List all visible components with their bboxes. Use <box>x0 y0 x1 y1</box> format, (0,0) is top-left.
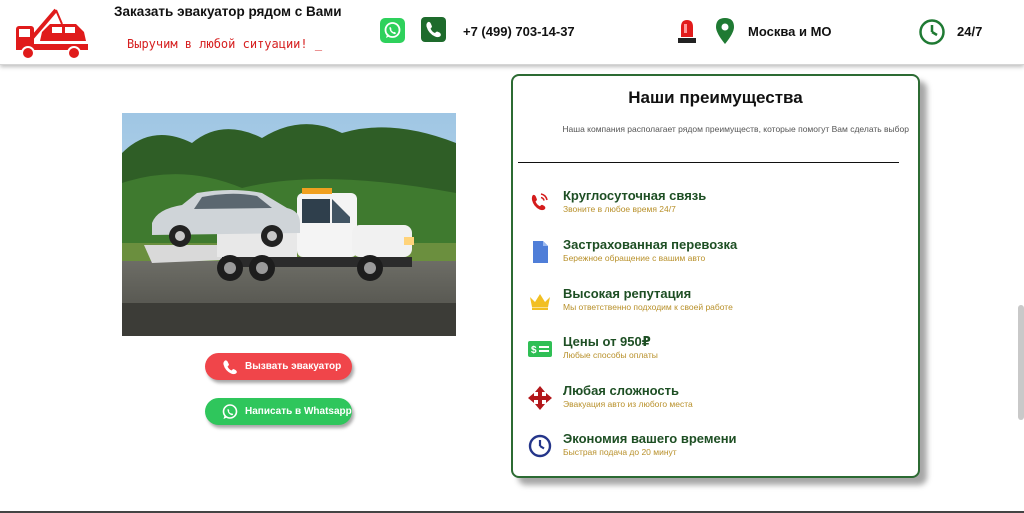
phone-ringing-icon <box>527 190 553 216</box>
feature-title: Любая сложность <box>563 383 680 398</box>
feature-subtitle: Эвакуация авто из любого места <box>563 399 693 409</box>
header-slogan: Выручим в любой ситуации! _ <box>127 37 322 51</box>
call-tow-truck-button[interactable]: Вызвать эвакуатор <box>205 353 352 380</box>
phone-icon <box>221 358 239 376</box>
feature-subtitle: Мы ответственно подходим к своей работе <box>563 302 733 312</box>
feature-item: Экономия вашего времени Быстрая подача д… <box>527 431 907 467</box>
typing-cursor: _ <box>314 37 323 51</box>
advantages-title: Наши преимущества <box>628 88 803 107</box>
feature-item: Круглосуточная связь Звоните в любое вре… <box>527 188 907 224</box>
feature-subtitle: Любые способы оплаты <box>563 350 658 360</box>
feature-item: Высокая репутация Мы ответственно подход… <box>527 286 907 322</box>
feature-title: Круглосуточная связь <box>563 188 707 203</box>
tow-truck-photo <box>122 113 456 336</box>
whatsapp-icon <box>221 403 239 421</box>
feature-title: Цены от 950₽ <box>563 334 651 349</box>
arrows-move-icon <box>527 385 553 411</box>
header-phone[interactable]: +7 (499) 703-14-37 <box>463 24 575 39</box>
header-title: Заказать эвакуатор рядом с Вами <box>114 4 342 19</box>
feature-title: Высокая репутация <box>563 286 692 301</box>
site-header: Заказать эвакуатор рядом с Вами Выручим … <box>0 0 1024 65</box>
siren-icon <box>677 17 697 50</box>
feature-title: Экономия вашего времени <box>563 431 737 446</box>
feature-subtitle: Бережное обращение с вашим авто <box>563 253 706 263</box>
clock-icon <box>918 18 946 51</box>
svg-text:$: $ <box>531 345 537 356</box>
feature-subtitle: Быстрая подача до 20 минут <box>563 447 677 457</box>
tow-truck-logo[interactable] <box>12 8 90 65</box>
header-hours: 24/7 <box>957 24 983 39</box>
advantages-card: Наши преимущества Наша компания располаг… <box>511 74 920 478</box>
feature-item: Застрахованная перевозка Бережное обраще… <box>527 237 907 273</box>
whatsapp-icon[interactable] <box>380 18 405 43</box>
scrollbar-thumb[interactable] <box>1018 305 1024 420</box>
phone-icon[interactable] <box>421 17 446 42</box>
money-icon: $ <box>527 336 553 362</box>
feature-subtitle: Звоните в любое время 24/7 <box>563 204 676 214</box>
slogan-text: Выручим в любой ситуации! <box>127 37 308 51</box>
crown-icon <box>527 288 553 314</box>
header-region: Москва и МО <box>748 24 832 39</box>
clock-icon <box>527 433 553 459</box>
document-icon <box>527 239 553 265</box>
feature-item: $ Цены от 950₽ Любые способы оплаты <box>527 334 907 370</box>
feature-title: Застрахованная перевозка <box>563 237 738 252</box>
advantages-subtitle: Наша компания располагает рядом преимуще… <box>562 124 909 134</box>
call-button-label: Вызвать эвакуатор <box>245 361 342 372</box>
whatsapp-button-label: Написать в Whatsapp <box>245 406 352 417</box>
whatsapp-button[interactable]: Написать в Whatsapp <box>205 398 352 425</box>
location-pin-icon <box>714 17 736 50</box>
feature-item: Любая сложность Эвакуация авто из любого… <box>527 383 907 419</box>
divider <box>518 162 899 163</box>
